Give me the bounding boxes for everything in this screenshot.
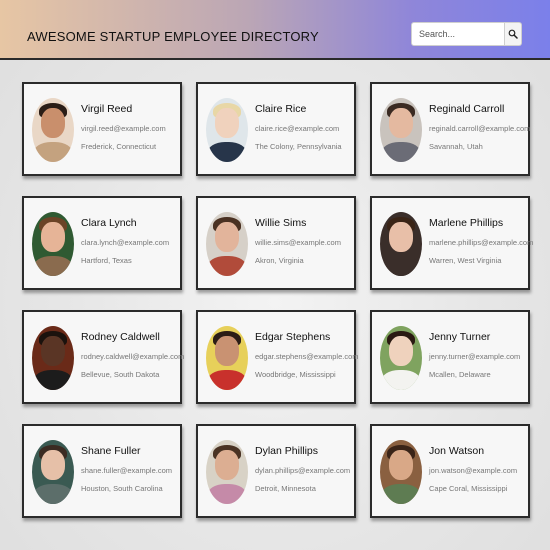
employee-name: Marlene Phillips [429, 217, 504, 229]
employee-location: Detroit, Minnesota [255, 484, 316, 493]
avatar [206, 212, 248, 276]
employee-email: reginald.carroll@example.com [429, 124, 531, 133]
employee-email: edgar.stephens@example.com [255, 352, 359, 361]
avatar [380, 98, 422, 162]
employee-location: Woodbridge, Mississippi [255, 370, 336, 379]
search-form [411, 22, 522, 46]
employee-email: jenny.turner@example.com [429, 352, 521, 361]
avatar [380, 326, 422, 390]
employee-name: Reginald Carroll [429, 103, 505, 115]
avatar [206, 326, 248, 390]
employee-location: Akron, Virginia [255, 256, 304, 265]
employee-email: marlene.phillips@example.com [429, 238, 534, 247]
employee-card[interactable]: Willie Sims willie.sims@example.com Akro… [196, 196, 356, 290]
employee-location: Frederick, Connecticut [81, 142, 157, 151]
header-bar: AWESOME STARTUP EMPLOYEE DIRECTORY [0, 0, 550, 60]
employee-name: Virgil Reed [81, 103, 133, 115]
employee-email: claire.rice@example.com [255, 124, 340, 133]
employee-name: Claire Rice [255, 103, 307, 115]
employee-location: Savannah, Utah [429, 142, 483, 151]
employee-name: Clara Lynch [81, 217, 137, 229]
employee-email: shane.fuller@example.com [81, 466, 172, 475]
avatar [32, 326, 74, 390]
avatar [32, 98, 74, 162]
avatar [380, 440, 422, 504]
employee-card[interactable]: Rodney Caldwell rodney.caldwell@example.… [22, 310, 185, 404]
employee-name: Willie Sims [255, 217, 307, 229]
employee-location: Bellevue, South Dakota [81, 370, 160, 379]
employee-card[interactable]: Reginald Carroll reginald.carroll@exampl… [370, 82, 530, 176]
magnifier-icon [508, 29, 518, 39]
employee-card[interactable]: Virgil Reed virgil.reed@example.com Fred… [22, 82, 182, 176]
avatar [32, 212, 74, 276]
search-button[interactable] [505, 22, 522, 46]
avatar [206, 98, 248, 162]
employee-location: Mcallen, Delaware [429, 370, 491, 379]
employee-card[interactable]: Edgar Stephens edgar.stephens@example.co… [196, 310, 359, 404]
employee-card[interactable]: Shane Fuller shane.fuller@example.com Ho… [22, 424, 182, 518]
employee-name: Jenny Turner [429, 331, 491, 343]
employee-location: Warren, West Virginia [429, 256, 502, 265]
employee-location: The Colony, Pennsylvania [255, 142, 342, 151]
employee-card[interactable]: Clara Lynch clara.lynch@example.com Hart… [22, 196, 182, 290]
employee-email: willie.sims@example.com [255, 238, 341, 247]
employee-card[interactable]: Claire Rice claire.rice@example.com The … [196, 82, 356, 176]
employee-grid: Virgil Reed virgil.reed@example.com Fred… [22, 82, 534, 518]
employee-name: Dylan Phillips [255, 445, 319, 457]
employee-email: clara.lynch@example.com [81, 238, 170, 247]
employee-location: Houston, South Carolina [81, 484, 163, 493]
page-title: AWESOME STARTUP EMPLOYEE DIRECTORY [27, 29, 319, 44]
employee-email: jon.watson@example.com [429, 466, 518, 475]
employee-card[interactable]: Jon Watson jon.watson@example.com Cape C… [370, 424, 530, 518]
avatar [380, 212, 422, 276]
employee-name: Rodney Caldwell [81, 331, 160, 343]
employee-name: Edgar Stephens [255, 331, 331, 343]
avatar [32, 440, 74, 504]
search-input[interactable] [411, 22, 505, 46]
employee-name: Jon Watson [429, 445, 485, 457]
employee-email: virgil.reed@example.com [81, 124, 166, 133]
employee-card[interactable]: Dylan Phillips dylan.phillips@example.co… [196, 424, 356, 518]
employee-name: Shane Fuller [81, 445, 141, 457]
employee-location: Hartford, Texas [81, 256, 132, 265]
avatar [206, 440, 248, 504]
employee-card[interactable]: Marlene Phillips marlene.phillips@exampl… [370, 196, 534, 290]
employee-email: dylan.phillips@example.com [255, 466, 351, 475]
employee-location: Cape Coral, Mississippi [429, 484, 508, 493]
employee-card[interactable]: Jenny Turner jenny.turner@example.com Mc… [370, 310, 530, 404]
employee-email: rodney.caldwell@example.com [81, 352, 185, 361]
